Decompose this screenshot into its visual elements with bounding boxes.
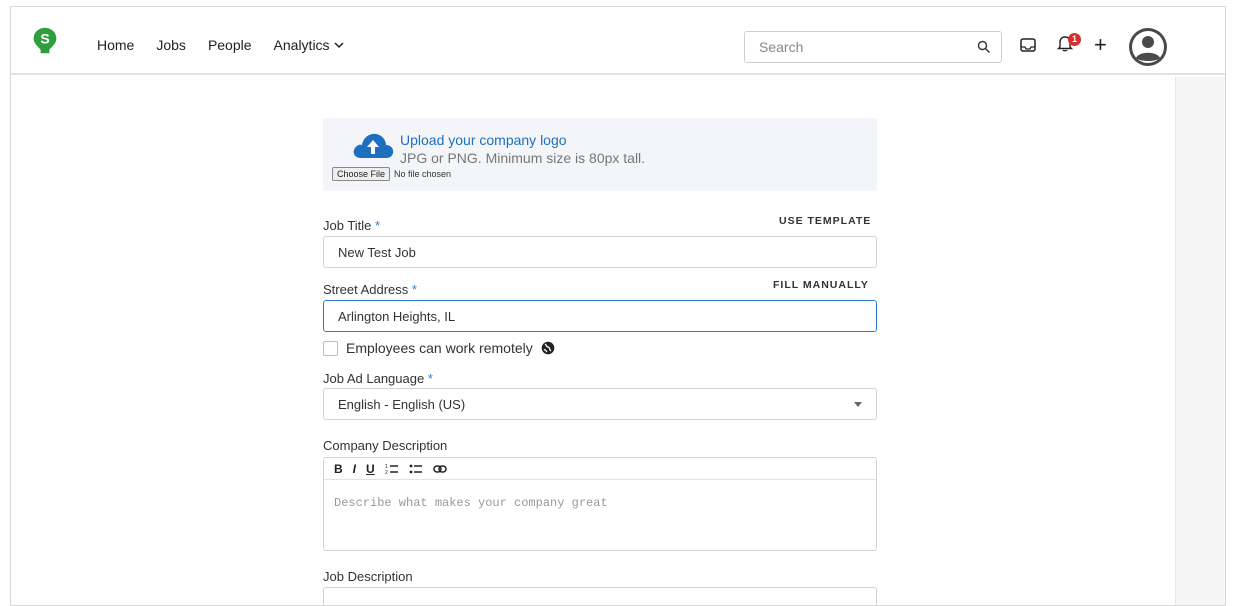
nav-people[interactable]: People — [208, 37, 252, 53]
link-icon[interactable] — [432, 464, 447, 474]
caret-down-icon — [854, 402, 862, 407]
search-icon[interactable] — [977, 40, 991, 54]
company-description-textarea[interactable]: Describe what makes your company great — [324, 480, 876, 526]
nav-home[interactable]: Home — [97, 37, 134, 53]
required-marker: * — [427, 371, 433, 386]
italic-button[interactable]: I — [353, 462, 356, 476]
job-ad-language-label: Job Ad Language * — [323, 371, 433, 386]
brand-logo-icon[interactable]: S — [31, 27, 59, 55]
ordered-list-icon[interactable]: 12 — [385, 463, 399, 475]
choose-file-button[interactable]: Choose File — [332, 167, 391, 181]
chevron-down-icon — [334, 42, 344, 49]
bold-button[interactable]: B — [334, 462, 343, 476]
remote-work-label: Employees can work remotely — [346, 340, 533, 356]
job-title-label: Job Title * — [323, 218, 380, 233]
editor-toolbar: B I U 12 — [324, 458, 876, 480]
job-title-input[interactable]: New Test Job — [323, 236, 877, 268]
file-status-text: No file chosen — [394, 169, 452, 179]
main-nav: Home Jobs People Analytics — [97, 37, 344, 53]
job-title-label-text: Job Title — [323, 218, 372, 233]
job-ad-language-value: English - English (US) — [338, 396, 466, 412]
upload-hint-text: JPG or PNG. Minimum size is 80px tall. — [400, 150, 646, 166]
top-navigation-bar: S Home Jobs People Analytics 1 + — [11, 7, 1225, 75]
required-marker: * — [375, 218, 381, 233]
inbox-icon[interactable] — [1020, 38, 1036, 52]
file-chooser: Choose File No file chosen — [332, 167, 451, 181]
globe-icon — [541, 341, 555, 355]
svg-text:2: 2 — [385, 470, 388, 475]
search-input[interactable] — [745, 39, 965, 55]
logo-upload-area: Upload your company logo JPG or PNG. Min… — [323, 118, 877, 191]
job-ad-language-select[interactable]: English - English (US) — [323, 388, 877, 420]
bullet-list-icon[interactable] — [409, 463, 423, 475]
notification-badge: 1 — [1068, 33, 1081, 46]
upload-logo-link[interactable]: Upload your company logo — [400, 132, 567, 148]
company-description-label: Company Description — [323, 438, 448, 453]
required-marker: * — [411, 282, 417, 297]
street-address-input[interactable]: Arlington Heights, IL — [323, 300, 877, 332]
job-description-label: Job Description — [323, 569, 413, 584]
nav-analytics[interactable]: Analytics — [274, 37, 344, 53]
use-template-link[interactable]: USE TEMPLATE — [779, 215, 871, 227]
cloud-upload-icon — [353, 133, 394, 158]
job-description-editor[interactable] — [323, 587, 877, 605]
street-address-label: Street Address * — [323, 282, 417, 297]
avatar-icon[interactable] — [1128, 27, 1168, 67]
svg-text:S: S — [40, 31, 49, 47]
street-address-label-text: Street Address — [323, 282, 409, 297]
remote-work-checkbox[interactable] — [323, 340, 338, 356]
search-box — [744, 31, 1002, 63]
remote-work-row: Employees can work remotely — [323, 340, 555, 356]
job-ad-language-label-text: Job Ad Language — [323, 371, 425, 386]
nav-jobs[interactable]: Jobs — [156, 37, 186, 53]
add-icon[interactable]: + — [1094, 34, 1107, 56]
fill-manually-link[interactable]: FILL MANUALLY — [773, 279, 869, 291]
nav-analytics-label: Analytics — [273, 37, 330, 53]
company-description-editor: B I U 12 Describe what makes your compan… — [323, 457, 877, 551]
right-side-panel — [1175, 77, 1225, 605]
app-window: S Home Jobs People Analytics 1 + — [10, 6, 1226, 606]
underline-button[interactable]: U — [366, 462, 375, 476]
